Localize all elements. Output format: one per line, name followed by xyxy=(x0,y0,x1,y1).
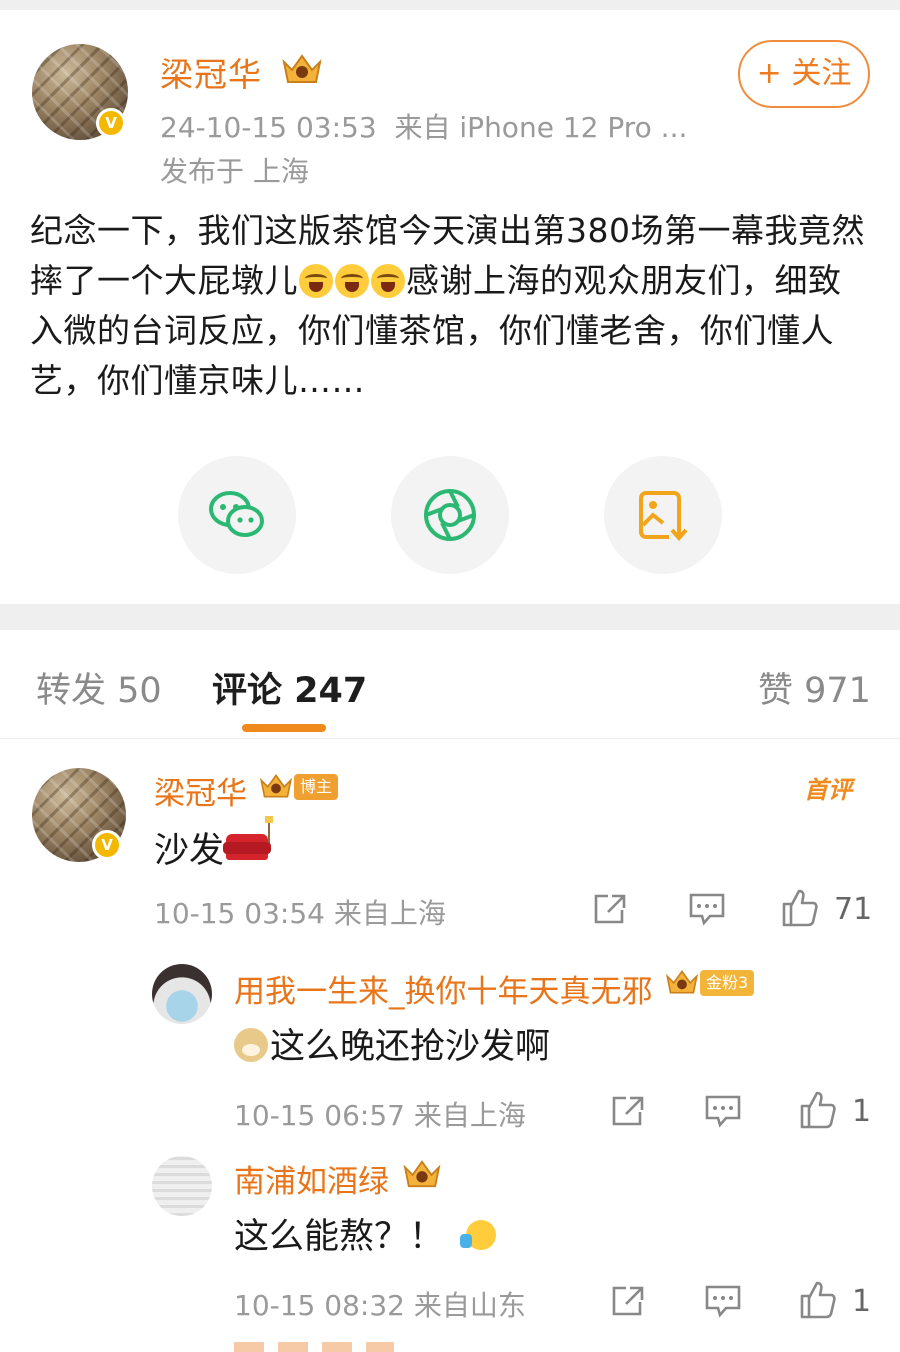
fan-level-tag: 金粉3 xyxy=(700,970,755,996)
moments-icon xyxy=(424,489,476,541)
wechat-icon xyxy=(209,491,264,537)
laugh-cry-emoji-icon xyxy=(299,264,333,298)
laugh-cry-emoji-icon xyxy=(335,264,369,298)
tab-separator xyxy=(0,738,900,739)
reply-time: 10-15 06:57 xyxy=(234,1099,405,1132)
verified-badge-icon: V xyxy=(92,830,122,860)
reply-author[interactable]: 用我一生来_换你十年天真无邪 xyxy=(234,966,653,1011)
post-location: 发布于 上海 xyxy=(160,155,309,188)
share-icon[interactable] xyxy=(592,892,630,926)
post-text: 纪念一下，我们这版茶馆今天演出第380场第一幕我竟然摔了一个大屁墩儿 感谢上海的观… xyxy=(30,206,870,406)
next-reply-peek xyxy=(234,1342,394,1352)
crown-vip-icon xyxy=(282,54,322,83)
follow-button[interactable]: + 关注 xyxy=(738,40,870,108)
like-icon[interactable] xyxy=(780,888,820,928)
reply-avatar[interactable] xyxy=(152,964,212,1024)
reply-source: 来自上海 xyxy=(413,1099,526,1132)
share-wechat-button[interactable] xyxy=(178,456,296,574)
like-icon[interactable] xyxy=(798,1090,838,1130)
section-divider xyxy=(0,604,900,630)
share-moments-button[interactable] xyxy=(391,456,509,574)
post-meta: 24-10-15 03:53 来自 iPhone 12 Pro ... xyxy=(160,106,687,146)
tab-repost[interactable]: 转发 50 xyxy=(36,662,162,713)
reply-text: 这么晚还抢沙发啊 xyxy=(234,1018,550,1069)
reply-time: 10-15 08:32 xyxy=(234,1289,405,1322)
save-image-button[interactable] xyxy=(604,456,722,574)
top-gap xyxy=(0,0,900,10)
sofa-emoji-icon xyxy=(223,834,272,860)
comment-icon[interactable] xyxy=(704,1094,742,1128)
reply-text-content: 这么能熬？！ xyxy=(234,1217,445,1257)
reply-text-content: 这么晚还抢沙发啊 xyxy=(270,1027,551,1067)
crown-vip-icon xyxy=(665,969,699,994)
reply-text: 这么能熬？！ xyxy=(234,1208,497,1259)
comment-author[interactable]: 梁冠华 xyxy=(154,768,247,813)
reply-avatar[interactable] xyxy=(152,1156,212,1216)
reply-source: 来自山东 xyxy=(413,1289,526,1322)
reply-author[interactable]: 南浦如酒绿 xyxy=(234,1156,389,1201)
raise-hand-emoji-icon xyxy=(460,1220,497,1250)
verified-badge-icon: V xyxy=(96,108,126,138)
comment-source: 来自上海 xyxy=(333,897,446,930)
tab-comment[interactable]: 评论 247 xyxy=(212,662,367,713)
author-name[interactable]: 梁冠华 xyxy=(160,48,262,96)
tab-like[interactable]: 赞 971 xyxy=(758,662,871,713)
like-icon[interactable] xyxy=(798,1280,838,1320)
doge-emoji-icon xyxy=(234,1028,268,1062)
blogger-tag: 博主 xyxy=(294,774,339,800)
reply-meta: 10-15 08:32 来自山东 xyxy=(234,1284,526,1324)
comment-icon[interactable] xyxy=(704,1284,742,1318)
like-count: 1 xyxy=(852,1094,872,1129)
active-tab-indicator xyxy=(242,724,326,732)
reply-meta: 10-15 06:57 来自上海 xyxy=(234,1094,526,1134)
first-comment-badge: 首评 xyxy=(804,776,852,804)
comment-text-content: 沙发 xyxy=(154,831,225,871)
crown-vip-icon xyxy=(259,773,293,798)
comment-time: 10-15 03:54 xyxy=(154,897,325,930)
comment-meta: 10-15 03:54 来自上海 xyxy=(154,892,446,932)
post-source: 来自 iPhone 12 Pro ... xyxy=(394,111,688,144)
lamp-emoji-icon xyxy=(265,816,274,843)
share-icon[interactable] xyxy=(610,1284,648,1318)
like-count: 1 xyxy=(852,1284,872,1319)
post-date: 24-10-15 03:53 xyxy=(160,111,377,144)
comment-text: 沙发 xyxy=(154,816,274,873)
comment-icon[interactable] xyxy=(688,892,726,926)
save-image-icon xyxy=(639,491,689,542)
laugh-cry-emoji-icon xyxy=(371,264,405,298)
share-icon[interactable] xyxy=(610,1094,648,1128)
like-count: 71 xyxy=(834,892,873,927)
crown-vip-icon xyxy=(403,1160,441,1188)
